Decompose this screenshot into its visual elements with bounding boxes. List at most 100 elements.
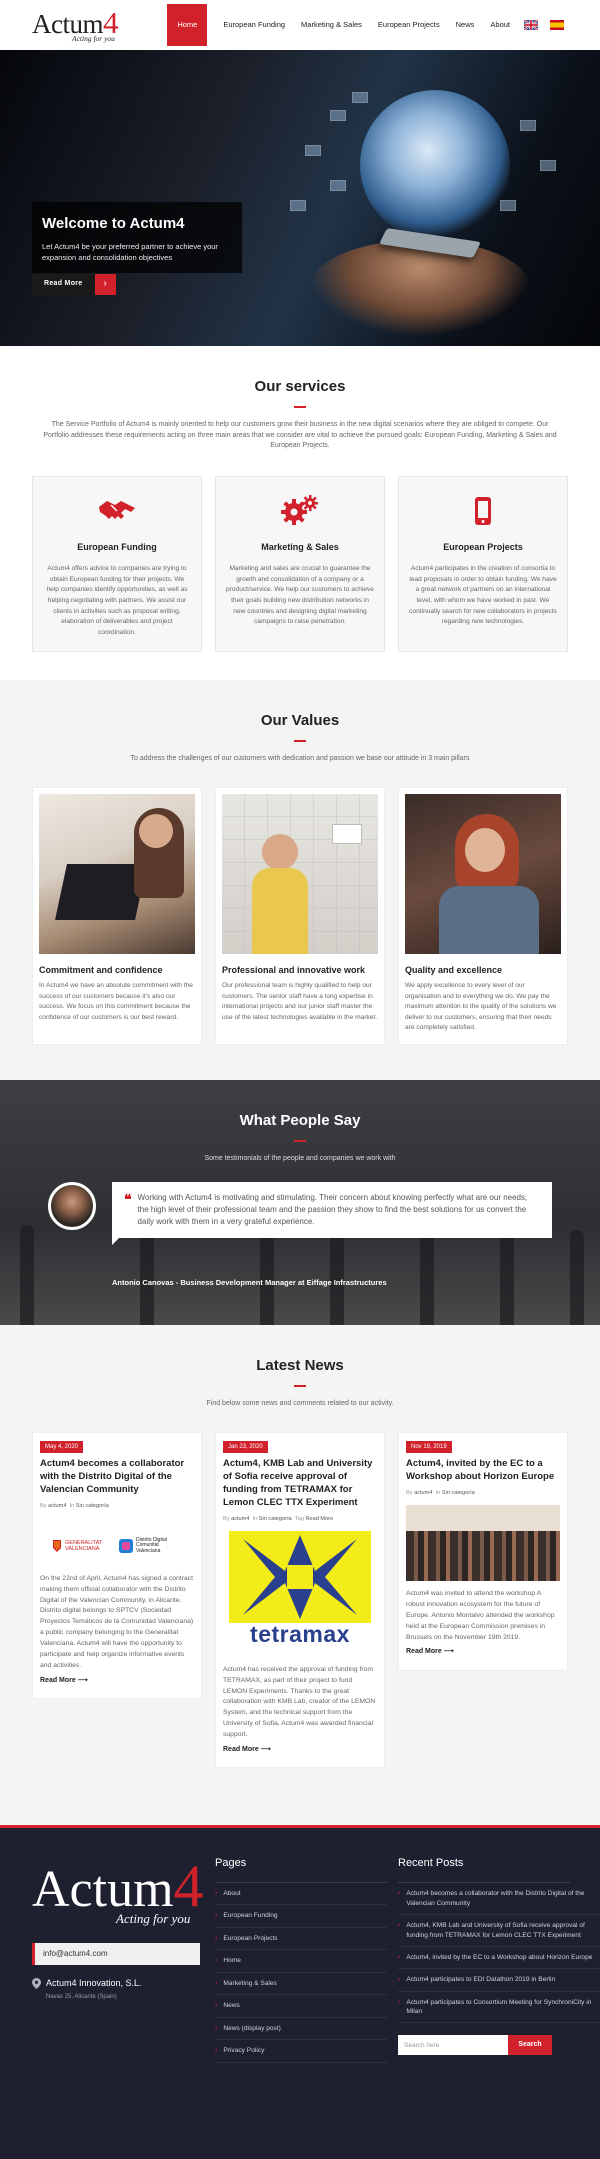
services-section: Our services The Service Portfolio of Ac… <box>0 346 600 680</box>
hero-caption: Welcome to Actum4 Let Actum4 be your pre… <box>32 202 242 274</box>
footer-page-link[interactable]: › About <box>215 1883 387 1906</box>
footer-page-link[interactable]: › Marketing & Sales <box>215 1973 387 1996</box>
footer-page-label: News (display post) <box>223 2024 281 2032</box>
meta-by-label: By <box>406 1489 413 1496</box>
chevron-right-icon: › <box>215 1957 218 1965</box>
read-more-link[interactable]: Read More ⟶ <box>40 1676 194 1686</box>
footer-page-label: Home <box>223 1957 241 1965</box>
floating-tile <box>520 120 536 131</box>
news-title: Latest News <box>256 1357 344 1374</box>
hero-button-label: Read More <box>44 280 83 288</box>
service-card-european-funding[interactable]: European Funding Actum4 offers advice to… <box>32 476 202 653</box>
read-more-link[interactable]: Read More ⟶ <box>406 1647 560 1657</box>
post-tag[interactable]: Read More <box>305 1516 333 1522</box>
footer-page-label: News <box>223 2002 240 2010</box>
footer-recent-label: Actum4, KMB Lab and University of Sofia … <box>406 1921 585 1939</box>
post-author[interactable]: actum4 <box>414 1490 432 1496</box>
footer-page-link[interactable]: › Home <box>215 1950 387 1973</box>
footer-recent-link[interactable]: › Actum4 participates to EDI Datathon 201… <box>398 1969 600 1992</box>
footer-recent-title: Recent Posts <box>398 1856 570 1883</box>
post-author[interactable]: actum4 <box>48 1503 66 1509</box>
service-text: Marketing and sales are crucial to guara… <box>226 565 374 626</box>
tetramax-logo: tetramax <box>223 1530 377 1655</box>
meta-tag-label: Tag <box>294 1515 304 1522</box>
post-excerpt: Actum4 has received the approval of fund… <box>223 1665 376 1739</box>
service-text: Actum4 participates in the creation of c… <box>409 565 557 626</box>
nav-about[interactable]: About <box>482 4 518 46</box>
footer-page-link[interactable]: › Privacy Policy <box>215 2040 387 2063</box>
footer-logo[interactable]: Actum4 <box>32 1856 204 1916</box>
hero-banner: Welcome to Actum4 Let Actum4 be your pre… <box>0 50 600 346</box>
floating-tile <box>290 200 306 211</box>
site-logo[interactable]: Actum4 Acting for you <box>32 7 119 43</box>
post-excerpt: Actum4 was invited to attend the worksho… <box>406 1590 555 1641</box>
footer-recent-label: Actum4, invited by the EC to a Workshop … <box>406 1953 593 1961</box>
service-title: European Funding <box>77 542 157 553</box>
footer-recent-link[interactable]: › Actum4 participates to Consortium Meeti… <box>398 1992 600 2024</box>
chevron-right-icon: › <box>215 2024 218 2032</box>
meta-in-label: In <box>69 1502 75 1509</box>
hero-read-more-button[interactable]: Read More › <box>32 274 116 295</box>
nav-home[interactable]: Home <box>167 4 208 46</box>
nav-marketing-sales[interactable]: Marketing & Sales <box>293 4 370 46</box>
search-button[interactable]: Search <box>508 2035 552 2056</box>
arrow-right-icon: ⟶ <box>77 1676 88 1684</box>
footer-page-link[interactable]: › News <box>215 1995 387 2018</box>
floating-tile <box>305 145 321 156</box>
post-category[interactable]: Sin categoría <box>259 1516 292 1522</box>
read-more-label: Read More <box>406 1648 442 1656</box>
post-category[interactable]: Sin categoría <box>442 1490 475 1496</box>
hand-image <box>310 240 530 335</box>
meta-in-label: In <box>252 1515 258 1522</box>
spanish-flag-icon[interactable] <box>550 20 564 30</box>
footer-email-link[interactable]: info@actum4.com <box>32 1942 200 1965</box>
avatar <box>48 1182 96 1230</box>
site-header: Actum4 Acting for you Home European Fund… <box>0 0 600 50</box>
chevron-right-icon: › <box>215 2002 218 2010</box>
main-nav: Home European Funding Marketing & Sales … <box>167 4 570 46</box>
post-category[interactable]: Sin categoría <box>76 1503 109 1509</box>
post-title[interactable]: Actum4, invited by the EC to a Workshop … <box>406 1458 560 1484</box>
footer-page-link[interactable]: › News (display post) <box>215 2018 387 2041</box>
footer-company-name: Actum4 Innovation, S.L. <box>46 1977 142 1988</box>
post-title[interactable]: Actum4, KMB Lab and University of Sofia … <box>223 1458 377 1509</box>
value-text: In Actum4 we have an absolute commitment… <box>39 982 193 1021</box>
news-post: Jan 23, 2020 Actum4, KMB Lab and Univers… <box>215 1431 385 1769</box>
title-divider <box>294 739 306 742</box>
footer-recent-link[interactable]: › Actum4, invited by the EC to a Workshop… <box>398 1947 600 1969</box>
read-more-link[interactable]: Read More ⟶ <box>223 1745 377 1755</box>
news-post: May 4, 2020 Actum4 becomes a collaborato… <box>32 1431 202 1699</box>
service-card-marketing-sales[interactable]: Marketing & Sales Marketing and sales ar… <box>215 476 385 653</box>
value-title: Professional and innovative work <box>222 964 366 975</box>
floating-tile <box>540 160 556 171</box>
footer-recent-link[interactable]: › Actum4 becomes a collaborator with the … <box>398 1883 600 1915</box>
values-intro: To address the challenges of our custome… <box>130 754 470 762</box>
english-flag-icon[interactable] <box>524 20 538 30</box>
service-title: Marketing & Sales <box>261 542 339 553</box>
post-author[interactable]: actum4 <box>231 1516 249 1522</box>
value-card-quality: Quality and excellence We apply excellen… <box>398 786 568 1045</box>
service-title: European Projects <box>443 542 523 553</box>
post-meta: By actum4 In Sin categoría <box>40 1502 194 1510</box>
chevron-right-icon: › <box>398 1889 401 1897</box>
nav-european-funding[interactable]: European Funding <box>215 4 293 46</box>
nav-news[interactable]: News <box>448 4 483 46</box>
workshop-group-photo <box>406 1505 560 1582</box>
testimonials-title: What People Say <box>239 1112 361 1129</box>
footer-page-label: Privacy Policy <box>223 2047 265 2055</box>
nav-european-projects[interactable]: European Projects <box>370 4 448 46</box>
post-date: May 4, 2020 <box>40 1440 84 1454</box>
post-title[interactable]: Actum4 becomes a collaborator with the D… <box>40 1458 194 1496</box>
hero-text: Let Actum4 be your preferred partner to … <box>42 241 218 262</box>
service-text: Actum4 offers advice to companies are tr… <box>46 565 188 636</box>
post-excerpt: On the 22nd of April, Actum4 has signed … <box>40 1574 194 1669</box>
value-title: Quality and excellence <box>405 964 503 975</box>
footer-recent-link[interactable]: › Actum4, KMB Lab and University of Sofia… <box>398 1915 600 1947</box>
news-post: Nov 19, 2019 Actum4, invited by the EC t… <box>398 1431 568 1671</box>
footer-page-link[interactable]: › European Funding <box>215 1905 387 1928</box>
chevron-right-icon: › <box>215 2047 218 2055</box>
service-card-european-projects[interactable]: European Projects Actum4 participates in… <box>398 476 568 653</box>
tetramax-logo-text: tetramax <box>250 1620 350 1647</box>
footer-page-link[interactable]: › European Projects <box>215 1928 387 1951</box>
search-input[interactable]: Search here <box>398 2035 508 2056</box>
